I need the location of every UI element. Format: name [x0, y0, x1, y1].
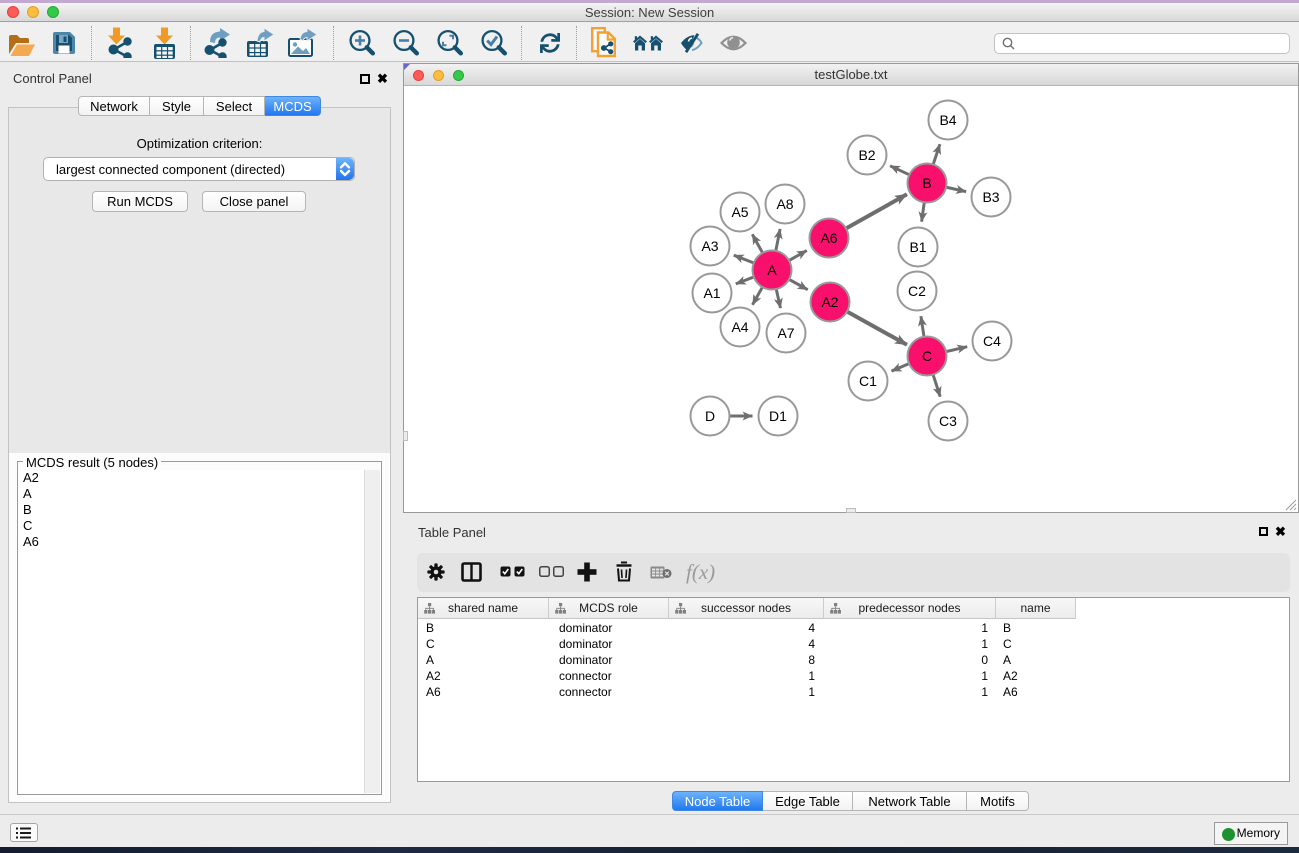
svg-text:A7: A7	[777, 325, 794, 341]
svg-text:A2: A2	[821, 294, 838, 310]
svg-text:A3: A3	[701, 238, 718, 254]
svg-text:B2: B2	[858, 147, 875, 163]
svg-text:B4: B4	[939, 112, 956, 128]
svg-text:B1: B1	[909, 239, 926, 255]
svg-text:D: D	[705, 408, 715, 424]
svg-text:C4: C4	[983, 333, 1001, 349]
svg-text:B: B	[922, 175, 931, 191]
svg-text:A6: A6	[820, 230, 837, 246]
svg-text:D1: D1	[769, 408, 787, 424]
svg-text:A4: A4	[731, 319, 748, 335]
svg-text:A5: A5	[731, 204, 748, 220]
svg-text:A: A	[767, 262, 777, 278]
svg-text:C3: C3	[939, 413, 957, 429]
svg-text:C: C	[922, 348, 932, 364]
svg-text:C1: C1	[859, 373, 877, 389]
svg-text:B3: B3	[982, 189, 999, 205]
svg-text:C2: C2	[908, 283, 926, 299]
svg-text:A8: A8	[776, 196, 793, 212]
svg-text:A1: A1	[703, 285, 720, 301]
